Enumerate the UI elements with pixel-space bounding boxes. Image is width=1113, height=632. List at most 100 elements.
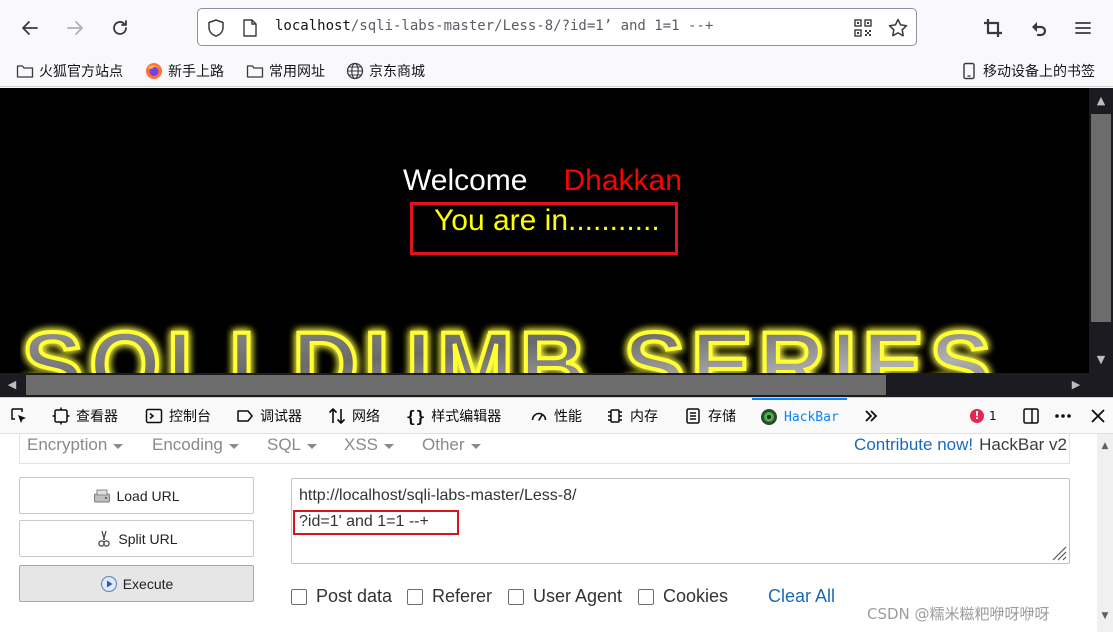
element-picker-button[interactable] — [10, 398, 28, 434]
menu-other[interactable]: Other — [422, 434, 481, 456]
more-dots-icon — [1055, 414, 1071, 418]
browser-toolbar: localhost/sqli-labs-master/Less-8/?id=1’… — [0, 0, 1113, 55]
mobile-bookmarks[interactable]: 移动设备上的书签 — [960, 60, 1095, 82]
close-devtools-button[interactable] — [1089, 398, 1107, 434]
bookmark-item[interactable]: 新手上路 — [145, 60, 224, 82]
tab-console[interactable]: 控制台 — [145, 398, 211, 434]
error-count-button[interactable]: ! 1 — [970, 398, 997, 434]
tab-label: 控制台 — [169, 409, 211, 425]
cookies-checkbox[interactable]: Cookies — [638, 586, 728, 607]
username-text: Dhakkan — [563, 164, 682, 197]
checkbox-label: Referer — [432, 586, 493, 606]
referer-checkbox[interactable]: Referer — [407, 586, 492, 607]
menu-encryption[interactable]: Encryption — [27, 434, 124, 456]
more-tabs-button[interactable] — [862, 398, 880, 434]
menu-encoding[interactable]: Encoding — [152, 434, 239, 456]
back-button[interactable] — [14, 12, 46, 44]
caret-down-icon — [470, 443, 481, 449]
hackbar-menubar: Encryption Encoding SQL XSS Other Contri… — [19, 434, 1070, 464]
tab-label: 调试器 — [260, 409, 302, 425]
checkbox-box[interactable] — [638, 588, 654, 605]
checkbox-box[interactable] — [508, 588, 524, 605]
hackbar-panel: Encryption Encoding SQL XSS Other Contri… — [0, 434, 1113, 632]
dock-toggle-button[interactable] — [1022, 398, 1040, 434]
play-icon — [100, 575, 117, 592]
devtools-options-button[interactable] — [1054, 398, 1072, 434]
scroll-down-icon[interactable]: ▼ — [1093, 352, 1109, 368]
page-horizontal-scrollbar[interactable]: ◀ ▶ — [0, 373, 1089, 397]
caret-down-icon — [307, 443, 318, 449]
url-line-base: http://localhost/sqli-labs-master/Less-8… — [299, 487, 577, 504]
forward-button[interactable] — [59, 12, 91, 44]
address-bar[interactable]: localhost/sqli-labs-master/Less-8/?id=1’… — [197, 8, 917, 46]
undo-icon — [1032, 22, 1047, 37]
menu-sql[interactable]: SQL — [267, 434, 318, 456]
tab-style-editor[interactable]: {} 样式编辑器 — [406, 398, 501, 434]
tab-inspector[interactable]: 查看器 — [52, 398, 118, 434]
tab-label: HackBar — [784, 409, 839, 425]
bookmark-item[interactable]: 火狐官方站点 — [16, 60, 123, 82]
clear-all-link[interactable]: Clear All — [768, 586, 835, 607]
query-highlight-box — [293, 510, 459, 535]
tab-network[interactable]: 网络 — [328, 398, 380, 434]
checkbox-box[interactable] — [291, 588, 307, 605]
load-url-button[interactable]: Load URL — [19, 477, 254, 514]
contribute-link[interactable]: Contribute now! — [854, 435, 973, 455]
network-icon — [328, 408, 346, 424]
mobile-device-icon — [963, 62, 975, 80]
scroll-down-icon[interactable]: ▼ — [1099, 610, 1111, 622]
post-data-checkbox[interactable]: Post data — [291, 586, 392, 607]
execute-button[interactable]: Execute — [19, 565, 254, 602]
url-host: localhost — [275, 18, 351, 34]
folder-icon — [246, 65, 264, 78]
scrollbar-thumb[interactable] — [1091, 114, 1111, 322]
page-vertical-scrollbar[interactable]: ▲ ▼ — [1089, 88, 1113, 373]
tab-memory[interactable]: 内存 — [606, 398, 658, 434]
tab-performance[interactable]: 性能 — [530, 398, 582, 434]
url-text[interactable]: localhost/sqli-labs-master/Less-8/?id=1’… — [275, 18, 713, 34]
bookmarks-bar: 火狐官方站点 新手上路 常用网址 京东商城 移动设备上的书签 — [0, 55, 1113, 87]
bookmark-item[interactable]: 常用网址 — [246, 60, 325, 82]
checkbox-box[interactable] — [407, 588, 423, 605]
tab-storage[interactable]: 存储 — [684, 398, 736, 434]
bookmark-label: 常用网址 — [269, 64, 325, 80]
tab-label: 查看器 — [76, 409, 118, 425]
button-label: Execute — [122, 575, 174, 592]
scroll-up-icon[interactable]: ▲ — [1099, 440, 1111, 452]
scrollbar-thumb[interactable] — [26, 375, 886, 395]
tab-hackbar[interactable]: HackBar — [752, 398, 847, 434]
menu-label: Encoding — [152, 435, 223, 454]
page-icon[interactable] — [242, 19, 258, 37]
hackbar-version: HackBar v2 — [979, 435, 1067, 454]
split-url-button[interactable]: Split URL — [19, 520, 254, 557]
qr-code-icon[interactable] — [853, 18, 873, 38]
reload-button[interactable] — [104, 12, 136, 44]
menu-xss[interactable]: XSS — [344, 434, 395, 456]
undo-button[interactable] — [1023, 12, 1055, 44]
picker-cursor-icon — [11, 408, 26, 423]
resize-grip-icon[interactable] — [1047, 541, 1067, 561]
checkbox-label: Post data — [316, 586, 393, 606]
menu-label: XSS — [344, 435, 379, 454]
welcome-line: Welcome Dhakkan — [403, 164, 682, 198]
bookmark-item[interactable]: 京东商城 — [346, 60, 425, 82]
banner-text: SQLI DUMB SERIES — [22, 316, 997, 373]
contribute-area: Contribute now! HackBar v2 — [854, 434, 1067, 456]
dock-side-icon — [1023, 408, 1039, 424]
performance-gauge-icon — [531, 412, 547, 421]
style-editor-icon: {} — [406, 406, 426, 426]
crop-icon — [984, 19, 1002, 37]
scroll-right-icon[interactable]: ▶ — [1068, 377, 1084, 393]
tab-debugger[interactable]: 调试器 — [236, 398, 302, 434]
caret-down-icon — [228, 443, 239, 449]
user-agent-checkbox[interactable]: User Agent — [508, 586, 622, 607]
menu-button[interactable] — [1067, 12, 1099, 44]
screenshot-button[interactable] — [977, 12, 1009, 44]
scroll-left-icon[interactable]: ◀ — [4, 377, 20, 393]
button-label: Load URL — [116, 487, 180, 504]
hackbar-scrollbar[interactable]: ▲ ▼ — [1097, 434, 1113, 632]
shield-icon[interactable] — [206, 18, 226, 38]
scroll-up-icon[interactable]: ▲ — [1093, 93, 1109, 109]
menu-label: SQL — [267, 435, 302, 454]
star-icon[interactable] — [887, 17, 909, 39]
